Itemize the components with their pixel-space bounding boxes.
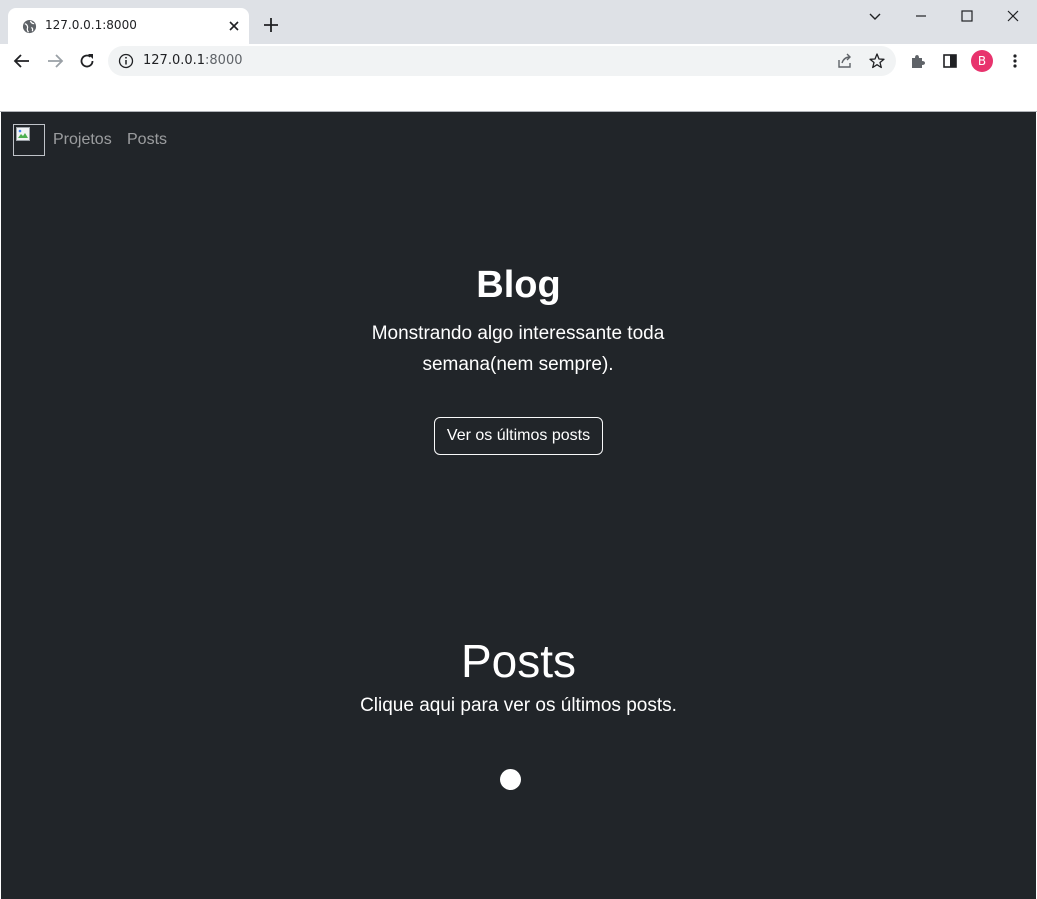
browser-tab[interactable]: 127.0.0.1:8000 [8, 8, 249, 44]
url-host: 127.0.0.1 [143, 53, 206, 68]
globe-icon [22, 19, 37, 34]
page-body: Projetos Posts Blog Monstrando algo inte… [1, 112, 1036, 899]
posts-section-subtitle: Clique aqui para ver os últimos posts. [360, 695, 677, 716]
minimize-icon[interactable] [912, 7, 930, 25]
url-port: :8000 [205, 53, 243, 68]
nav-link-projetos[interactable]: Projetos [53, 131, 112, 149]
bookmark-star-icon[interactable] [868, 52, 886, 70]
reload-icon[interactable] [78, 52, 96, 70]
broken-image-icon [16, 127, 30, 141]
forward-arrow-icon[interactable] [46, 52, 64, 70]
navbar: Projetos Posts [1, 112, 1036, 168]
brand-logo-broken-image[interactable] [13, 124, 45, 156]
url-text: 127.0.0.1:8000 [143, 53, 243, 68]
view-latest-posts-button[interactable]: Ver os últimos posts [434, 417, 603, 455]
site-info-icon[interactable] [118, 53, 134, 69]
nav-link-posts[interactable]: Posts [127, 131, 167, 149]
tab-title: 127.0.0.1:8000 [45, 18, 137, 32]
posts-section-title: Posts [460, 635, 577, 687]
new-tab-icon[interactable] [263, 17, 279, 33]
share-icon[interactable] [836, 52, 854, 70]
side-panel-icon[interactable] [941, 52, 959, 70]
close-window-icon[interactable] [1004, 7, 1022, 25]
hero-title: Blog [476, 264, 561, 306]
maximize-icon[interactable] [958, 7, 976, 25]
close-tab-icon[interactable] [227, 19, 241, 33]
profile-avatar[interactable]: B [971, 50, 993, 72]
tab-search-chevron-icon[interactable] [866, 7, 884, 25]
toolbar-spacer [0, 78, 1037, 111]
address-bar[interactable]: 127.0.0.1:8000 [108, 46, 896, 76]
posts-indicator-dot[interactable] [500, 769, 521, 790]
extensions-puzzle-icon[interactable] [909, 52, 927, 70]
tab-strip: 127.0.0.1:8000 [0, 0, 1037, 44]
browser-toolbar: 127.0.0.1:8000 B [0, 44, 1037, 78]
kebab-menu-icon[interactable] [1006, 52, 1024, 70]
hero-subtitle: Monstrando algo interessante toda semana… [371, 323, 665, 375]
back-arrow-icon[interactable] [13, 52, 31, 70]
